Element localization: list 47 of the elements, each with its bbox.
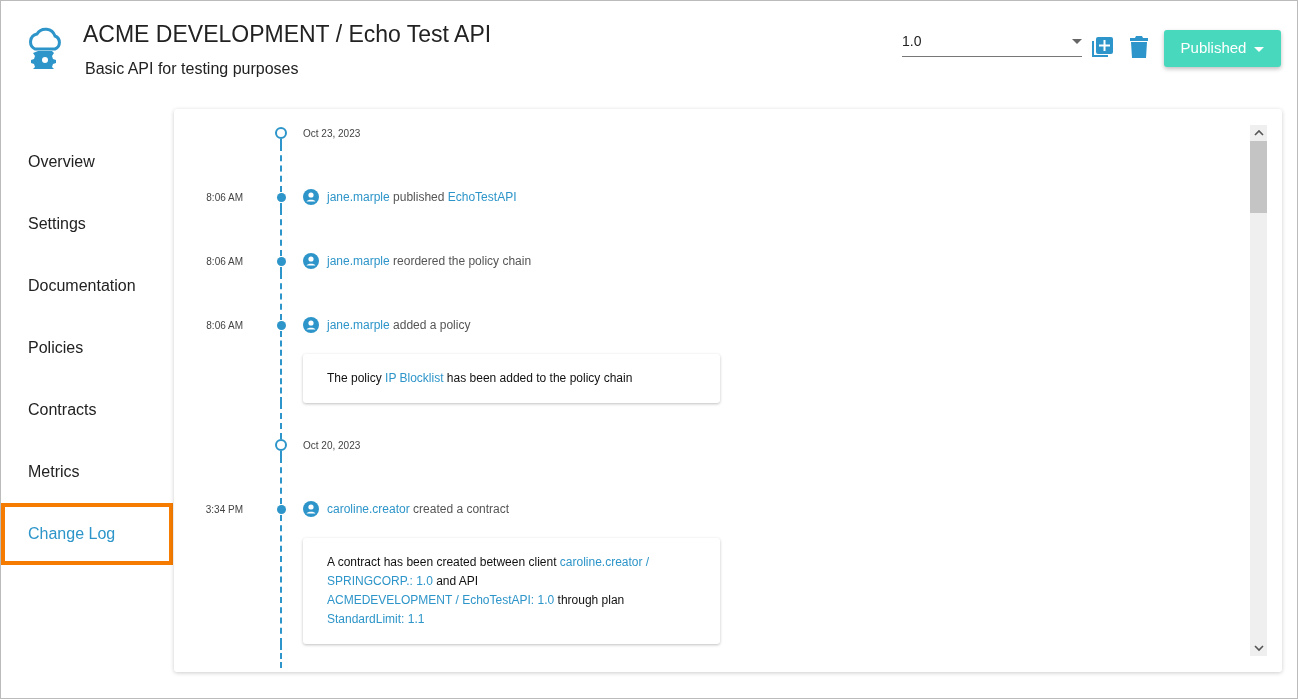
- caret-icon: [1072, 39, 1082, 44]
- link[interactable]: ACMEDEVELOPMENT / EchoTestAPI: 1.0: [327, 593, 555, 607]
- event-message: jane.marple added a policy: [327, 317, 471, 334]
- link[interactable]: jane.marple: [327, 254, 390, 268]
- sidebar-item[interactable]: Policies: [1, 317, 173, 379]
- user-avatar-icon: [303, 189, 319, 205]
- api-title: ACME DEVELOPMENT / Echo Test API: [83, 20, 493, 49]
- timeline-dot: [276, 256, 286, 266]
- link[interactable]: StandardLimit: 1.1: [327, 612, 425, 626]
- sidebar-item[interactable]: Change Log: [1, 503, 173, 565]
- event-time: 8:06 AM: [206, 254, 243, 269]
- timeline-dot: [276, 504, 286, 514]
- user-avatar-icon: [303, 317, 319, 333]
- event-message: jane.marple published EchoTestAPI: [327, 189, 517, 206]
- event-detail: A contract has been created between client caroline.creator / SPRINGCORP.: 1.0 and API ACMEDEVELOPMENT / EchoTestAPI: 1.0 through plan StandardLimit: 1.1: [303, 538, 720, 644]
- user-avatar-icon: [303, 253, 319, 269]
- date-heading: Oct 23, 2023: [303, 126, 361, 141]
- event-message: jane.marple reordered the policy chain: [327, 253, 532, 270]
- timeline-node: [275, 127, 287, 139]
- sidebar-item[interactable]: Overview: [1, 131, 173, 193]
- link[interactable]: caroline.creator: [327, 502, 410, 516]
- event-detail: The policy IP Blocklist has been added to the policy chain: [303, 354, 720, 403]
- scrollbar-thumb[interactable]: [1250, 141, 1267, 213]
- timeline-dot: [276, 320, 286, 330]
- caret-icon: [1254, 46, 1265, 52]
- link[interactable]: EchoTestAPI: [447, 190, 517, 204]
- event-time: 3:34 PM: [205, 502, 243, 517]
- link[interactable]: jane.marple: [327, 190, 390, 204]
- link[interactable]: caroline.creator /: [559, 555, 650, 569]
- event-message: caroline.creator created a contract: [327, 501, 510, 518]
- timeline-node: [275, 439, 287, 451]
- version-select[interactable]: 1.0: [902, 29, 1082, 57]
- event-time: 8:06 AM: [206, 318, 243, 333]
- link[interactable]: jane.marple: [327, 318, 390, 332]
- date-heading: Oct 20, 2023: [303, 438, 361, 453]
- link[interactable]: IP Blocklist: [385, 371, 444, 385]
- user-avatar-icon: [303, 501, 319, 517]
- event-time: 8:06 AM: [206, 190, 243, 205]
- sidebar-item[interactable]: Metrics: [1, 441, 173, 503]
- trash-icon[interactable]: [1130, 35, 1148, 59]
- sidebar-item[interactable]: Contracts: [1, 379, 173, 441]
- sidebar-item[interactable]: Settings: [1, 193, 173, 255]
- sidebar-item[interactable]: Documentation: [1, 255, 173, 317]
- copy-plus-icon[interactable]: [1090, 35, 1114, 59]
- api-description: Basic API for testing purposes: [85, 59, 300, 79]
- link[interactable]: SPRINGCORP.: 1.0: [327, 574, 433, 588]
- timeline-dot: [276, 192, 286, 202]
